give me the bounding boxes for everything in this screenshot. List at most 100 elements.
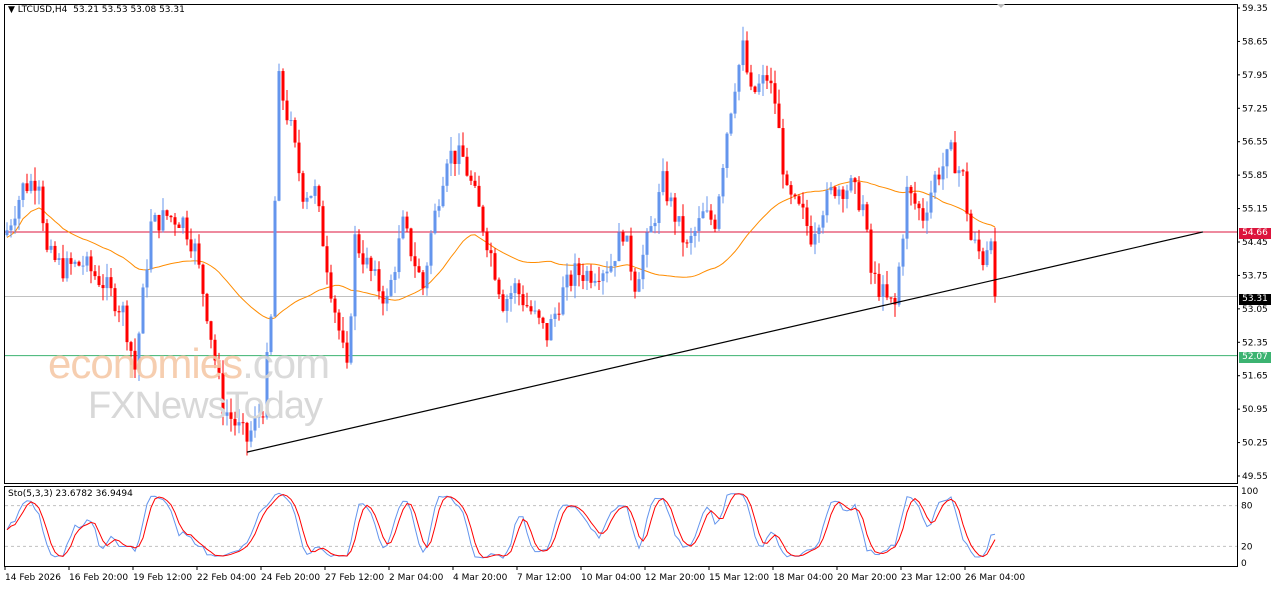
time-axis-label: 2 Mar 04:00 <box>389 573 444 583</box>
bullish-candle <box>609 265 613 272</box>
price-axis-label: 57.95 <box>1242 71 1268 81</box>
bearish-candle <box>765 75 769 81</box>
collapse-triangle-icon[interactable]: ▼ <box>8 5 15 15</box>
bearish-candle <box>769 80 773 84</box>
bullish-candle <box>845 190 849 199</box>
bullish-candle <box>693 230 697 236</box>
stoch-d-value: 36.9494 <box>95 489 133 499</box>
bullish-candle <box>605 271 609 274</box>
bullish-candle <box>653 222 657 227</box>
stoch-signal-line <box>6 493 996 558</box>
bearish-candle <box>165 210 169 216</box>
bullish-candle <box>593 280 597 283</box>
bullish-candle <box>661 171 665 193</box>
bullish-candle <box>625 235 629 242</box>
bearish-candle <box>713 219 717 229</box>
bearish-candle <box>409 228 413 257</box>
bearish-candle <box>97 276 101 286</box>
bearish-candle <box>873 272 877 274</box>
low-value: 53.08 <box>130 5 157 15</box>
bullish-candle <box>733 91 737 114</box>
bearish-candle <box>909 186 913 194</box>
bullish-candle <box>141 287 145 334</box>
bearish-candle <box>789 185 793 195</box>
bearish-candle <box>77 261 81 266</box>
bullish-candle <box>641 254 645 280</box>
bearish-candle <box>173 217 177 225</box>
bearish-candle <box>53 245 57 260</box>
bearish-candle <box>405 216 409 229</box>
bearish-candle <box>749 72 753 87</box>
chart-window: 59.35 58.65 57.95 57.25 56.55 55.85 55.15 54.45… <box>0 0 1280 589</box>
watermark-fxnewstoday: FXNewsToday <box>88 385 323 427</box>
price-axis-label: 52.35 <box>1242 338 1268 348</box>
bullish-candle <box>249 430 253 442</box>
bullish-candle <box>121 305 125 313</box>
price-axis-label: 58.65 <box>1242 37 1268 47</box>
bullish-candle <box>65 258 69 279</box>
bearish-candle <box>413 256 417 267</box>
bullish-candle <box>505 299 509 311</box>
bearish-candle <box>301 173 305 202</box>
bearish-candle <box>621 232 625 242</box>
bullish-candle <box>761 75 765 84</box>
bullish-candle <box>613 261 617 266</box>
bearish-candle <box>101 285 105 289</box>
bullish-candle <box>637 279 641 292</box>
ascending-trendline <box>246 231 1204 453</box>
bearish-candle <box>913 193 917 204</box>
bullish-candle <box>689 235 693 243</box>
bearish-candle <box>629 235 633 272</box>
bullish-candle <box>925 212 929 221</box>
bullish-candle <box>881 284 885 297</box>
bearish-candle <box>285 100 289 121</box>
bearish-candle <box>965 171 969 214</box>
bearish-candle <box>777 103 781 129</box>
bearish-candle <box>321 206 325 247</box>
bearish-candle <box>805 207 809 226</box>
price-axis-label: 55.85 <box>1242 171 1268 181</box>
bullish-candle <box>549 319 553 341</box>
bullish-candle <box>721 167 725 197</box>
bullish-candle <box>973 239 977 241</box>
bearish-candle <box>25 183 29 192</box>
bullish-candle <box>181 217 185 228</box>
time-axis-label: 26 Mar 04:00 <box>965 573 1025 583</box>
bearish-candle <box>521 294 525 306</box>
bearish-candle <box>917 203 921 209</box>
stochastic-header: Sto(5,3,3) 23.6782 36.9494 <box>8 489 133 499</box>
bearish-candle <box>753 86 757 92</box>
bearish-candle <box>317 186 321 207</box>
bearish-candle <box>361 253 365 265</box>
time-axis-label: 7 Mar 12:00 <box>517 573 572 583</box>
bearish-candle <box>177 224 181 228</box>
price-axis-label: 53.05 <box>1242 305 1268 315</box>
bearish-candle <box>865 204 869 230</box>
bullish-candle <box>57 258 61 260</box>
bearish-candle <box>797 196 801 204</box>
bearish-candle <box>529 306 533 312</box>
bullish-candle <box>741 40 745 66</box>
bearish-candle <box>597 280 601 282</box>
bearish-candle <box>781 128 785 175</box>
bearish-candle <box>633 271 637 292</box>
support-price-tag: 52.07 <box>1239 352 1271 363</box>
bullish-candle <box>449 150 453 164</box>
bullish-candle <box>273 200 277 317</box>
bullish-candle <box>29 180 33 192</box>
bearish-candle <box>577 263 581 276</box>
bullish-candle <box>289 120 293 122</box>
bearish-candle <box>937 174 941 180</box>
stoch-k-value: 23.6782 <box>55 489 93 499</box>
bullish-candle <box>533 310 537 312</box>
price-axis-label: 56.55 <box>1242 138 1268 148</box>
stoch-axis-label: 0 <box>1241 559 1247 569</box>
bullish-candle <box>441 185 445 207</box>
bearish-candle <box>525 305 529 307</box>
time-axis-label: 14 Feb 2026 <box>5 573 61 583</box>
chart-canvas[interactable]: 59.35 58.65 57.95 57.25 56.55 55.85 55.15 54.45… <box>0 0 1280 589</box>
bearish-candle <box>61 258 65 279</box>
bullish-candle <box>553 313 557 320</box>
bullish-candle <box>389 279 393 296</box>
bearish-candle <box>333 298 337 313</box>
